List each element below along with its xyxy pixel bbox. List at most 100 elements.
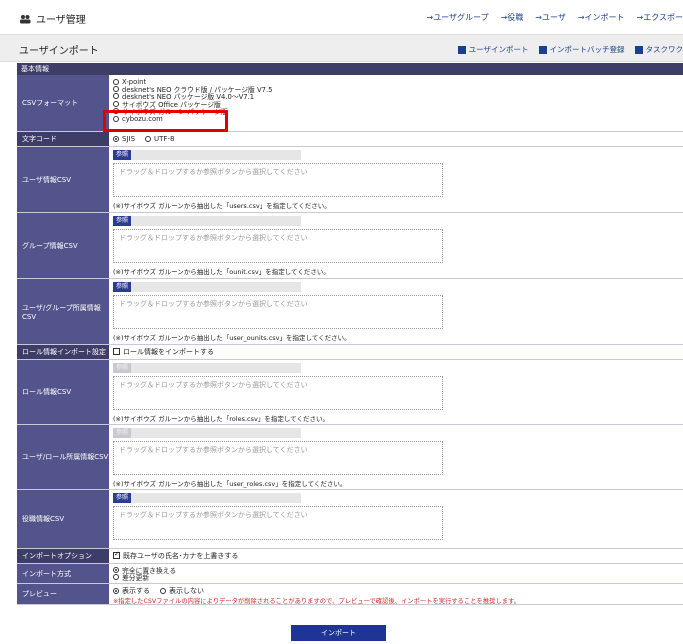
import-method-label: インポート方式 — [17, 564, 109, 583]
role-import-row: ロール情報インポート設定 ロール情報をインポートする — [17, 345, 683, 360]
role-csv-row: ロール情報CSV 参照 ドラッグ＆ドロップするか参照ボタンから選択してください … — [17, 360, 683, 425]
radio-selected-icon[interactable] — [113, 566, 119, 573]
file-dropzone[interactable]: ドラッグ＆ドロップするか参照ボタンから選択してください — [113, 376, 443, 410]
file-name-box — [131, 493, 301, 503]
radio-icon[interactable] — [113, 574, 119, 581]
app-title-text: ユーザ管理 — [36, 15, 86, 26]
file-name-box — [131, 150, 301, 160]
overwrite-name-checkbox[interactable]: 既存ユーザの氏名･カナを上書きする — [113, 550, 238, 561]
radio-icon[interactable] — [113, 86, 119, 93]
user-role-csv-row: ユーザ/ロール所属情報CSV 参照 ドラッグ＆ドロップするか参照ボタンから選択し… — [17, 425, 683, 490]
position-csv-field: 参照 ドラッグ＆ドロップするか参照ボタンから選択してください — [109, 490, 683, 548]
nav-export[interactable]: →エクスポー — [637, 12, 683, 23]
user-csv-row: ユーザ情報CSV 参照 ドラッグ＆ドロップするか参照ボタンから選択してください … — [17, 147, 683, 213]
users-icon — [20, 14, 31, 23]
nav-user-group[interactable]: →ユーザグループ — [427, 12, 489, 23]
browse-button[interactable]: 参照 — [113, 282, 131, 292]
encoding-sjis[interactable]: SJIS — [113, 135, 135, 143]
radio-icon[interactable] — [160, 588, 166, 594]
sub-header: ユーザインポート ユーザインポート インポートバッチ登録 タスクワク — [0, 34, 683, 62]
preview-label: プレビュー — [17, 584, 109, 604]
field-note: (※)サイボウズ ガルーンから抽出した「roles.csv」を指定してください。 — [113, 415, 329, 423]
checkbox-icon[interactable] — [113, 348, 120, 355]
sub-actions: ユーザインポート インポートバッチ登録 タスクワク — [457, 44, 683, 55]
radio-selected-icon[interactable] — [113, 135, 119, 142]
import-method-full[interactable]: 完全に置き換える — [113, 566, 679, 575]
browse-button-disabled[interactable]: 参照 — [113, 428, 131, 438]
position-csv-row: 役職情報CSV 参照 ドラッグ＆ドロップするか参照ボタンから選択してください — [17, 490, 683, 549]
user-group-csv-row: ユーザ/グループ所属情報CSV 参照 ドラッグ＆ドロップするか参照ボタンから選択… — [17, 279, 683, 345]
preview-warning: ※指定したCSVファイルの内容によりデータが削除されることがありますので、プレビ… — [113, 598, 520, 605]
group-csv-field: 参照 ドラッグ＆ドロップするか参照ボタンから選択してください (※)サイボウズ … — [109, 213, 683, 278]
field-note: (※)サイボウズ ガルーンから抽出した「user_ounits.csv」を指定し… — [113, 334, 351, 342]
user-csv-field: 参照 ドラッグ＆ドロップするか参照ボタンから選択してください (※)サイボウズ … — [109, 147, 683, 212]
top-navigation: →ユーザグループ →役職 →ユーザ →インポート →エクスポー — [427, 12, 683, 23]
field-note: (※)サイボウズ ガルーンから抽出した「ounit.csv」を指定してください。 — [113, 268, 330, 276]
file-name-box — [131, 282, 301, 292]
batch-icon — [538, 45, 547, 54]
file-dropzone[interactable]: ドラッグ＆ドロップするか参照ボタンから選択してください — [113, 163, 443, 197]
encoding-row: 文字コード SJIS UTF-8 — [17, 132, 683, 147]
browse-button[interactable]: 参照 — [113, 150, 131, 160]
file-name-box — [131, 428, 301, 438]
preview-options: 表示する 表示しない — [113, 586, 679, 596]
position-csv-label: 役職情報CSV — [17, 490, 109, 548]
import-method-options: 完全に置き換える 差分更新 — [109, 564, 683, 583]
group-csv-row: グループ情報CSV 参照 ドラッグ＆ドロップするか参照ボタンから選択してください… — [17, 213, 683, 279]
role-import-checkbox[interactable]: ロール情報をインポートする — [113, 347, 214, 357]
import-method-row: インポート方式 完全に置き換える 差分更新 — [17, 564, 683, 584]
encoding-utf8[interactable]: UTF-8 — [145, 135, 174, 143]
radio-icon[interactable] — [113, 78, 119, 85]
browse-button-disabled[interactable]: 参照 — [113, 363, 131, 373]
file-dropzone[interactable]: ドラッグ＆ドロップするか参照ボタンから選択してください — [113, 295, 443, 329]
user-import-action[interactable]: ユーザインポート — [457, 44, 529, 55]
user-group-csv-label: ユーザ/グループ所属情報CSV — [17, 279, 109, 344]
user-csv-label: ユーザ情報CSV — [17, 147, 109, 212]
group-csv-label: グループ情報CSV — [17, 213, 109, 278]
user-role-csv-field: 参照 ドラッグ＆ドロップするか参照ボタンから選択してください (※)サイボウズ … — [109, 425, 683, 489]
csv-format-label: CSVフォーマット — [17, 75, 109, 131]
page-title: ユーザインポート — [19, 46, 99, 57]
import-option-field: 既存ユーザの氏名･カナを上書きする — [109, 549, 683, 563]
user-role-csv-label: ユーザ/ロール所属情報CSV — [17, 425, 109, 489]
file-dropzone[interactable]: ドラッグ＆ドロップするか参照ボタンから選択してください — [113, 229, 443, 263]
radio-selected-icon[interactable] — [113, 588, 119, 594]
radio-icon[interactable] — [113, 93, 119, 100]
preview-field: 表示する 表示しない ※指定したCSVファイルの内容によりデータが削除されること… — [109, 584, 683, 605]
file-name-box — [131, 363, 301, 373]
user-group-csv-field: 参照 ドラッグ＆ドロップするか参照ボタンから選択してください (※)サイボウズ … — [109, 279, 683, 344]
nav-user[interactable]: →ユーザ — [535, 12, 566, 23]
field-note: (※)サイボウズ ガルーンから抽出した「user_roles.csv」を指定して… — [113, 480, 347, 488]
section-title: 基本情報 — [17, 63, 683, 75]
file-name-box — [131, 216, 301, 226]
import-option-row: インポートオプション 既存ユーザの氏名･カナを上書きする — [17, 549, 683, 564]
file-dropzone[interactable]: ドラッグ＆ドロップするか参照ボタンから選択してください — [113, 441, 443, 475]
file-dropzone[interactable]: ドラッグ＆ドロップするか参照ボタンから選択してください — [113, 506, 443, 540]
task-action[interactable]: タスクワク — [634, 44, 683, 55]
encoding-options: SJIS UTF-8 — [109, 132, 683, 146]
import-batch-action[interactable]: インポートバッチ登録 — [538, 44, 625, 55]
role-csv-label: ロール情報CSV — [17, 360, 109, 424]
checkbox-checked-icon[interactable] — [113, 550, 120, 559]
import-button[interactable]: インポート — [291, 625, 386, 641]
preview-show[interactable]: 表示する — [113, 586, 150, 596]
encoding-label: 文字コード — [17, 132, 109, 146]
browse-button[interactable]: 参照 — [113, 493, 131, 503]
app-title: ユーザ管理 — [19, 11, 86, 26]
browse-button[interactable]: 参照 — [113, 216, 131, 226]
import-icon — [457, 45, 466, 54]
nav-position[interactable]: →役職 — [501, 12, 524, 23]
radio-icon[interactable] — [145, 135, 152, 142]
import-method-diff[interactable]: 差分更新 — [113, 573, 679, 582]
import-option-label: インポートオプション — [17, 549, 109, 563]
field-note: (※)サイボウズ ガルーンから抽出した「users.csv」を指定してください。 — [113, 202, 331, 210]
preview-hide[interactable]: 表示しない — [160, 586, 204, 596]
highlight-box — [103, 110, 228, 132]
role-import-label: ロール情報インポート設定 — [17, 345, 109, 359]
nav-import[interactable]: →インポート — [578, 12, 625, 23]
role-csv-field: 参照 ドラッグ＆ドロップするか参照ボタンから選択してください (※)サイボウズ … — [109, 360, 683, 424]
role-import-option: ロール情報をインポートする — [109, 345, 683, 359]
radio-icon[interactable] — [113, 100, 119, 107]
import-form: 基本情報 CSVフォーマット X-point desknet's NEO クラウ… — [17, 63, 683, 605]
task-icon — [634, 45, 643, 54]
